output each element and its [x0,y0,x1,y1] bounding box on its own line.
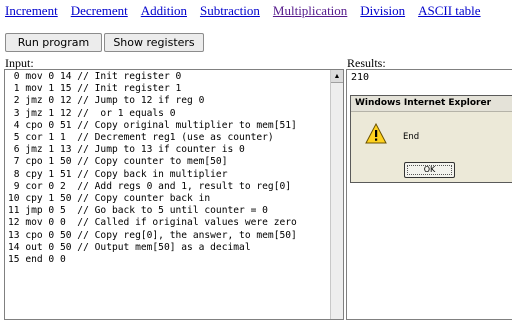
alert-dialog: Windows Internet Explorer End OK [350,95,512,183]
result-value: 210 [351,72,370,83]
code-line: 0 mov 0 14 // Init register 0 [8,71,182,82]
dialog-title: Windows Internet Explorer [351,96,512,112]
nav-link-multiplication[interactable]: Multiplication [273,3,347,18]
code-line: 4 cpo 0 51 // Copy original multiplier t… [8,119,297,131]
nav-link-division[interactable]: Division [360,3,405,18]
ok-button[interactable]: OK [404,162,455,178]
code-line: 3 jmz 1 12 // or 1 equals 0 [8,107,176,119]
code-line: 1 mov 1 15 // Init register 1 [8,83,182,95]
program-input-textarea[interactable]: 0 mov 0 14 // Init register 0 1 mov 1 15… [4,69,344,320]
code-line: 14 out 0 50 // Output mem[50] as a decim… [8,241,251,253]
dialog-message: End [403,132,420,142]
nav-link-ascii-table[interactable]: ASCII table [418,3,480,18]
code-line: 2 jmz 0 12 // Jump to 12 if reg 0 [8,95,205,107]
scroll-up-arrow-icon[interactable]: ▲ [331,70,343,83]
code-line: 11 jmp 0 5 // Go back to 5 until counter… [8,205,268,217]
show-registers-button[interactable]: Show registers [104,33,204,52]
nav-link-increment[interactable]: Increment [5,3,58,18]
nav-link-subtraction[interactable]: Subtraction [200,3,260,18]
code-line: 5 cor 1 1 // Decrement reg1 (use as coun… [8,132,274,144]
top-nav: Increment Decrement Addition Subtraction Mul… [5,3,494,19]
focus-ring [407,165,452,175]
code-line: 9 cor 0 2 // Add regs 0 and 1, result to… [8,180,292,192]
run-program-button[interactable]: Run program [5,33,102,52]
warning-icon [365,123,387,144]
input-scrollbar[interactable]: ▲ [330,70,343,319]
nav-link-decrement[interactable]: Decrement [71,3,128,18]
code-line: 10 cpy 1 50 // Copy counter back in [8,193,211,205]
code-line: 7 cpo 1 50 // Copy counter to mem[50] [8,156,228,168]
program-code: 0 mov 0 14 // Init register 0 1 mov 1 15… [8,71,297,266]
code-line: 13 cpo 0 50 // Copy reg[0], the answer, … [8,229,297,241]
code-line: 12 mov 0 0 // Called if original values … [8,217,297,229]
code-line: 8 cpy 1 51 // Copy back in multiplier [8,168,228,180]
code-line: 6 jmz 1 13 // Jump to 13 if counter is 0 [8,144,245,156]
code-line: 15 end 0 0 [8,254,66,266]
nav-link-addition[interactable]: Addition [141,3,187,18]
